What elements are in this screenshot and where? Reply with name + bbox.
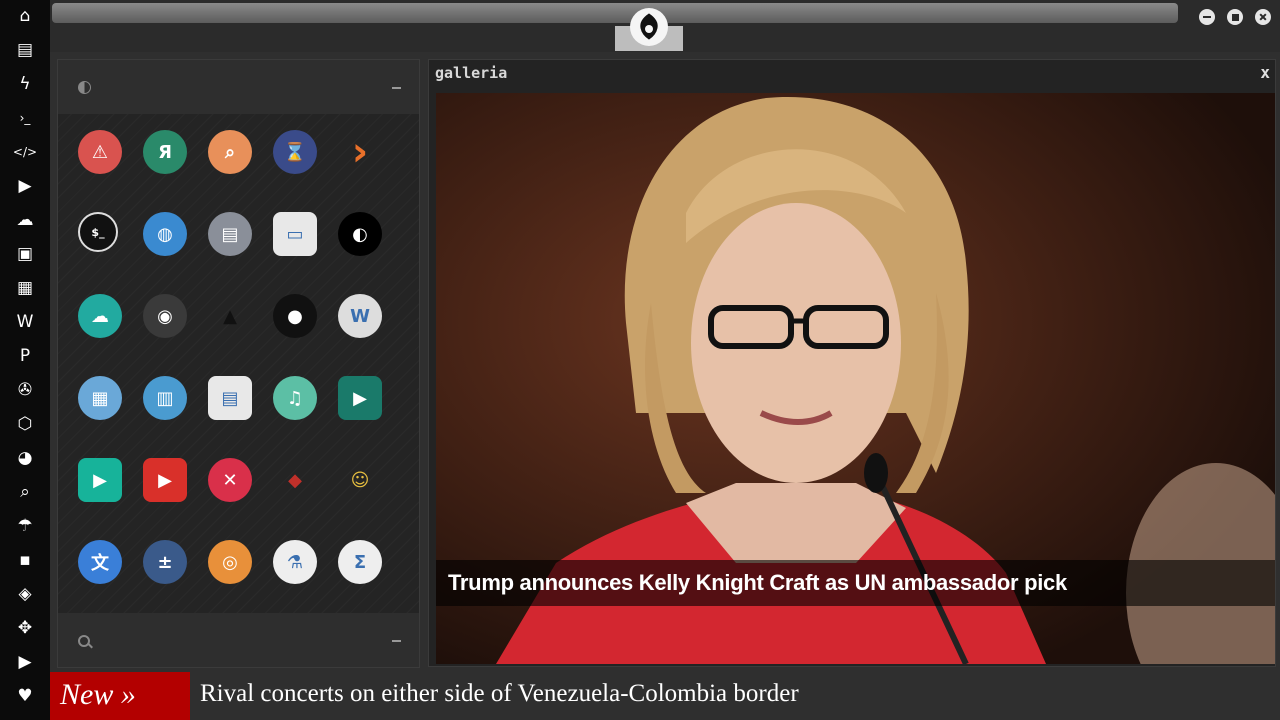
aperture-icon[interactable]: ✇ (12, 378, 38, 402)
news-ticker: New » Rival concerts on either side of V… (50, 672, 1280, 720)
image-icon[interactable]: ▣ (12, 242, 38, 266)
badge-label: New » (60, 678, 136, 711)
caption-text: Trump announces Kelly Knight Craft as UN… (448, 570, 1067, 595)
youtube-app-icon[interactable]: ▶ (143, 458, 187, 502)
gallery-window: galleria x Trump announces Kelly Knight … (428, 59, 1276, 667)
play-icon[interactable]: ▶ (12, 174, 38, 198)
cd-app-icon[interactable]: ◐ (338, 212, 382, 256)
formula-app-icon[interactable]: Σ (338, 540, 382, 584)
window-title: galleria (435, 64, 508, 82)
newspaper-icon[interactable]: ▦ (12, 276, 38, 300)
github-app-icon[interactable]: ◉ (143, 294, 187, 338)
search-icon[interactable] (78, 635, 90, 647)
player-app-icon[interactable]: ▶ (78, 458, 122, 502)
notebook-app-icon[interactable]: ▤ (208, 376, 252, 420)
contacts-icon[interactable]: ▪ (12, 548, 38, 572)
cloud-icon[interactable]: ☁ (12, 208, 38, 232)
terminal-app-icon[interactable]: $_ (78, 212, 118, 252)
calculator-app-icon[interactable]: ± (143, 540, 187, 584)
video-app-icon[interactable]: ▶ (338, 376, 382, 420)
close-window-button[interactable] (1255, 9, 1271, 25)
warning-app-icon[interactable]: ⚠ (78, 130, 122, 174)
death-star-app-icon[interactable]: ● (273, 294, 317, 338)
search-icon[interactable]: ⌕ (12, 480, 38, 504)
launcher-header (58, 60, 419, 114)
rebel-alliance-icon[interactable] (630, 8, 668, 46)
photos-app-icon[interactable]: ◎ (208, 540, 252, 584)
close-app-icon[interactable]: ✕ (208, 458, 252, 502)
maximize-button[interactable] (1227, 9, 1243, 25)
close-button[interactable]: x (1260, 63, 1270, 82)
search-app-icon[interactable]: ⌕ (208, 130, 252, 174)
bolt-icon[interactable]: ϟ (12, 72, 38, 96)
address-bar[interactable] (52, 3, 1178, 23)
git-icon[interactable]: ◈ (12, 582, 38, 606)
yandex-app-icon[interactable]: Я (143, 130, 187, 174)
ticker-headline[interactable]: Rival concerts on either side of Venezue… (200, 680, 799, 708)
collapse-icon[interactable] (392, 87, 401, 89)
youtube-icon[interactable]: ▶ (12, 650, 38, 674)
hourglass-app-icon[interactable]: ⌛ (273, 130, 317, 174)
terminal-icon[interactable]: ›_ (12, 106, 38, 130)
window-app-icon[interactable]: ▭ (273, 212, 317, 256)
books-app-icon[interactable]: ▥ (143, 376, 187, 420)
left-sidebar: ⌂ ▤ ϟ ›_ </> ▶ ☁ ▣ ▦ W P ✇ ⬡ ◕ ⌕ ☂ ▪ ◈ ✥ ▶ ♥ (0, 0, 50, 720)
flask-app-icon[interactable]: ⚗ (273, 540, 317, 584)
home-icon[interactable]: ⌂ (12, 4, 38, 28)
scanner-app-icon[interactable]: ▤ (208, 212, 252, 256)
network-icon[interactable]: ⬡ (12, 412, 38, 436)
contrast-icon[interactable] (78, 81, 91, 94)
heart-icon[interactable]: ♥ (12, 684, 38, 708)
wikipedia-app-icon[interactable]: W (338, 294, 382, 338)
c3po-app-icon[interactable]: ☺ (338, 458, 382, 502)
app-grid: ⚠ Я ⌕ ⌛ › $_ ◍ ▤ ▭ ◐ ☁ ◉ ▲ ● W ▦ ▥ ▤ ♫ ▶ ▶ ▶ ✕ ◆ ☺ 文 ± ◎ ⚗ Σ (58, 114, 419, 613)
document-icon[interactable]: ▤ (12, 38, 38, 62)
globe-icon[interactable]: ◕ (12, 446, 38, 470)
world-map-app-icon[interactable]: ▦ (78, 376, 122, 420)
minimize-button[interactable] (1199, 9, 1215, 25)
launcher-footer (58, 613, 419, 667)
new-badge[interactable]: New » (50, 672, 190, 720)
star-trek-app-icon[interactable]: ▲ (208, 294, 252, 338)
pinterest-icon[interactable]: P (12, 344, 38, 368)
collapse-icon[interactable] (392, 640, 401, 642)
top-bar (50, 0, 1280, 52)
umbrella-icon[interactable]: ☂ (12, 514, 38, 538)
wordpress-icon[interactable]: W (12, 310, 38, 334)
music-app-icon[interactable]: ♫ (273, 376, 317, 420)
move-icon[interactable]: ✥ (12, 616, 38, 640)
translate-app-icon[interactable]: 文 (78, 540, 122, 584)
news-photo[interactable]: Trump announces Kelly Knight Craft as UN… (436, 93, 1275, 664)
arrow-app-icon[interactable]: › (338, 129, 382, 175)
globe-app-icon[interactable]: ◍ (143, 212, 187, 256)
iron-man-app-icon[interactable]: ◆ (273, 458, 317, 502)
news-caption: Trump announces Kelly Knight Craft as UN… (436, 560, 1275, 606)
app-launcher-panel: ⚠ Я ⌕ ⌛ › $_ ◍ ▤ ▭ ◐ ☁ ◉ ▲ ● W ▦ ▥ ▤ ♫ ▶ ▶ ▶ ✕ ◆ ☺ 文 ± ◎ ⚗ Σ (57, 59, 420, 668)
code-icon[interactable]: </> (12, 140, 38, 164)
cloud-lock-app-icon[interactable]: ☁ (78, 294, 122, 338)
